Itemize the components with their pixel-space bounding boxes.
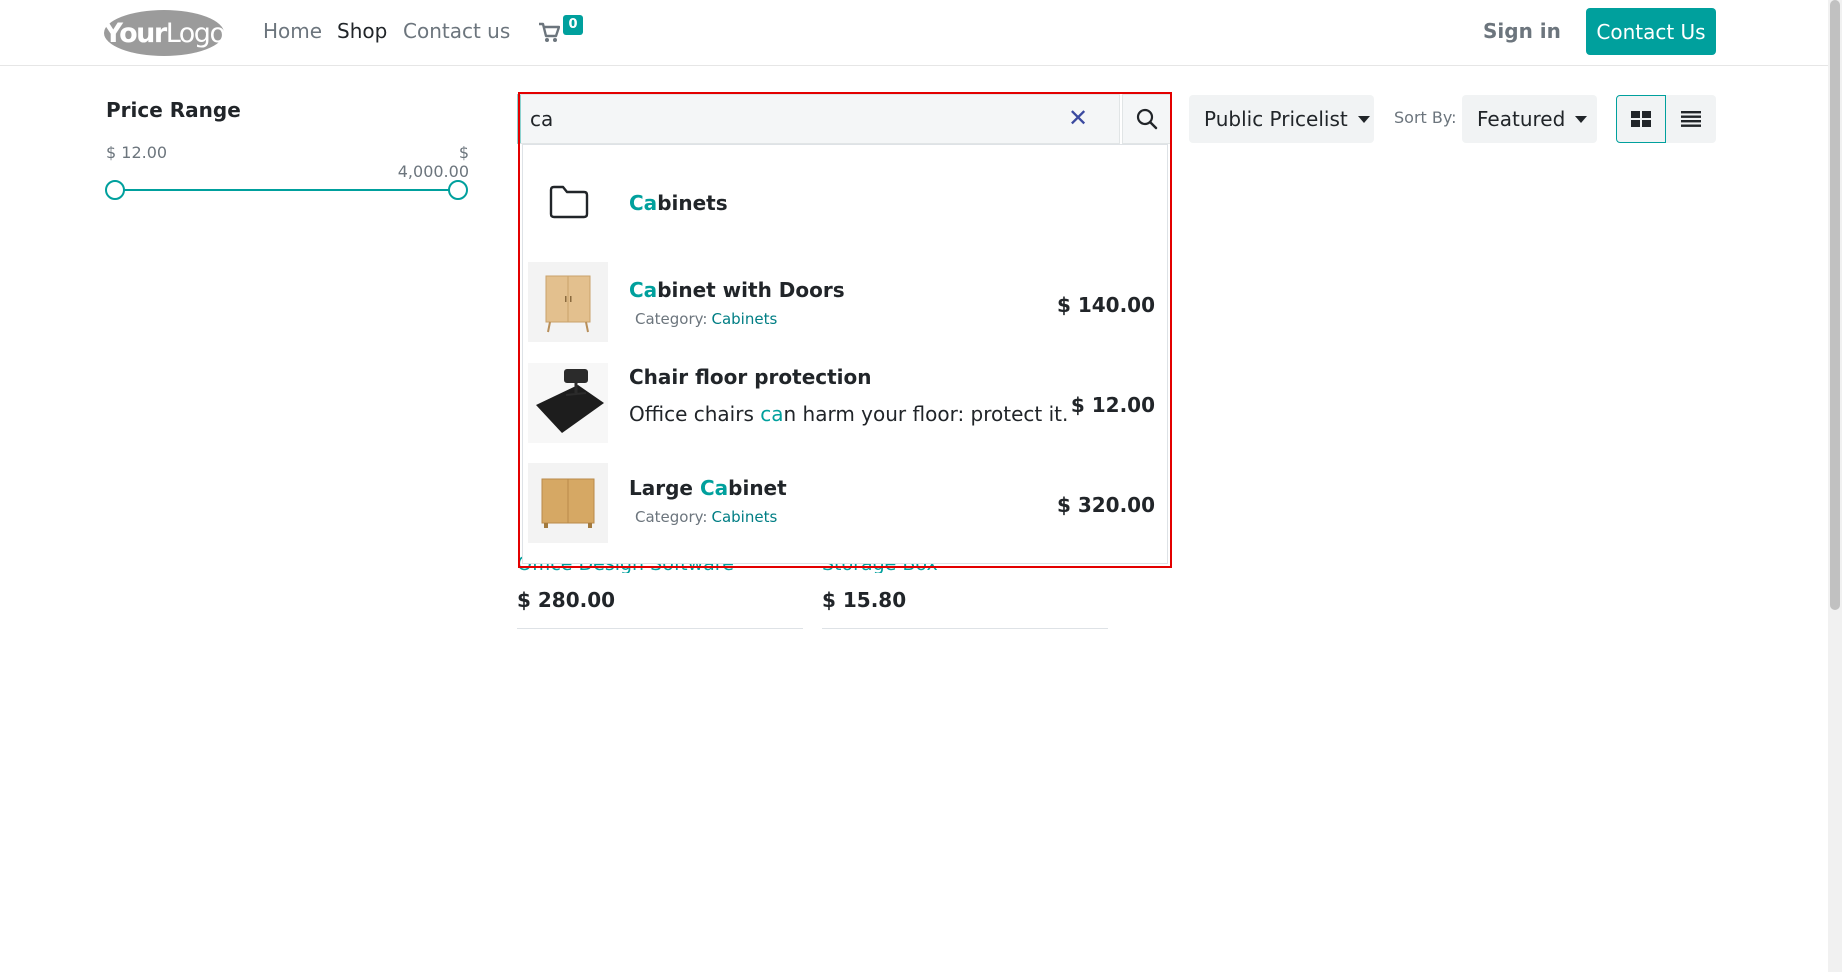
sort-dropdown[interactable]: Featured: [1462, 95, 1597, 143]
product-price: $ 15.80: [822, 588, 907, 612]
match-highlight: Ca: [699, 476, 729, 500]
suggestion-category-line: Category: Cabinets: [635, 508, 777, 526]
match-highlight: Ca: [629, 278, 658, 302]
price-min-label: $ 12.00: [106, 143, 168, 162]
suggestion-price: $ 12.00: [1070, 393, 1155, 417]
price-max-label: $ 4,000.00: [397, 143, 469, 181]
sort-by-label: Sort By:: [1394, 108, 1457, 127]
suggestion-product-name: Chair floor protection: [629, 365, 872, 389]
search-icon: [1136, 108, 1158, 130]
cabinet-doors-image: [528, 262, 608, 342]
desc-pre: Office chairs: [629, 402, 761, 426]
grid-icon: [1631, 111, 1651, 127]
floor-mat-image: [528, 363, 608, 443]
product-thumbnail: [528, 463, 608, 543]
sort-value: Featured: [1477, 107, 1566, 131]
logo-text-bold: Your: [103, 17, 168, 49]
site-header: Your Logo Home Shop Contact us 0 Sign in …: [0, 0, 1828, 66]
contact-us-button[interactable]: Contact Us: [1586, 8, 1716, 55]
desc-post: n harm your floor: protect it.: [783, 402, 1069, 426]
name-rest: binets: [657, 191, 728, 215]
page: Your Logo Home Shop Contact us 0 Sign in …: [0, 0, 1842, 972]
nav-home[interactable]: Home: [263, 19, 322, 43]
price-slider-track[interactable]: [115, 189, 458, 191]
product-thumbnail: [528, 262, 608, 342]
suggestion-category-line: Category: Cabinets: [635, 310, 777, 328]
grid-view-button[interactable]: [1616, 95, 1666, 143]
suggestion-price: $ 320.00: [1056, 493, 1155, 517]
name-pre: Large: [629, 476, 700, 500]
category-label: Category:: [635, 508, 708, 526]
name-rest: binet with Doors: [657, 278, 845, 302]
suggestion-category[interactable]: Cabinets: [523, 145, 1167, 245]
page-scrollbar-thumb[interactable]: [1830, 0, 1840, 610]
price-slider-min-handle[interactable]: [105, 180, 125, 200]
suggestion-category-name: Cabinets: [629, 191, 728, 215]
chevron-down-icon: [1357, 115, 1370, 123]
product-price: $ 280.00: [517, 588, 616, 612]
product-card-divider: [822, 628, 1108, 629]
nav-contact-us[interactable]: Contact us: [403, 19, 510, 43]
category-label: Category:: [635, 310, 708, 328]
search-button[interactable]: [1122, 94, 1172, 144]
close-icon[interactable]: ✕: [1067, 106, 1089, 130]
product-thumbnail: [528, 363, 608, 443]
pricelist-label: Public Pricelist: [1204, 107, 1348, 131]
suggestion-product[interactable]: Chair floor protection Office chairs can…: [523, 363, 1167, 449]
cart-icon[interactable]: [538, 20, 560, 44]
sign-in-link[interactable]: Sign in: [1483, 19, 1561, 43]
list-icon: [1681, 111, 1701, 127]
suggestion-product[interactable]: Cabinet with Doors Category: Cabinets $ 1…: [523, 262, 1167, 348]
match-highlight: ca: [760, 402, 784, 426]
list-view-button[interactable]: [1666, 95, 1716, 143]
suggestion-description: Office chairs can harm your floor: prote…: [629, 402, 1068, 426]
logo-text-light: Logo: [165, 17, 226, 49]
suggestion-price: $ 140.00: [1056, 293, 1155, 317]
price-slider-max-handle[interactable]: [448, 180, 468, 200]
folder-icon: [549, 185, 589, 219]
search-autocomplete-dropdown: Cabinets Cabinet with Doors Category: Ca…: [522, 144, 1168, 564]
pricelist-dropdown[interactable]: Public Pricelist: [1189, 95, 1374, 143]
cart-count-badge: 0: [563, 15, 583, 35]
match-highlight: Ca: [629, 191, 658, 215]
suggestion-product[interactable]: Large Cabinet Category: Cabinets $ 320.00: [523, 463, 1167, 549]
suggestion-product-name: Cabinet with Doors: [629, 278, 845, 302]
name-rest: binet: [728, 476, 787, 500]
large-cabinet-image: [528, 463, 608, 543]
suggestion-product-name: Large Cabinet: [629, 476, 787, 500]
chevron-down-icon: [1575, 115, 1588, 123]
product-card-divider: [517, 628, 803, 629]
site-logo[interactable]: Your Logo: [103, 10, 226, 56]
category-link[interactable]: Cabinets: [711, 310, 777, 328]
category-link[interactable]: Cabinets: [711, 508, 777, 526]
search-input[interactable]: [530, 104, 1050, 134]
nav-shop[interactable]: Shop: [337, 19, 387, 43]
price-range-title: Price Range: [106, 98, 241, 122]
